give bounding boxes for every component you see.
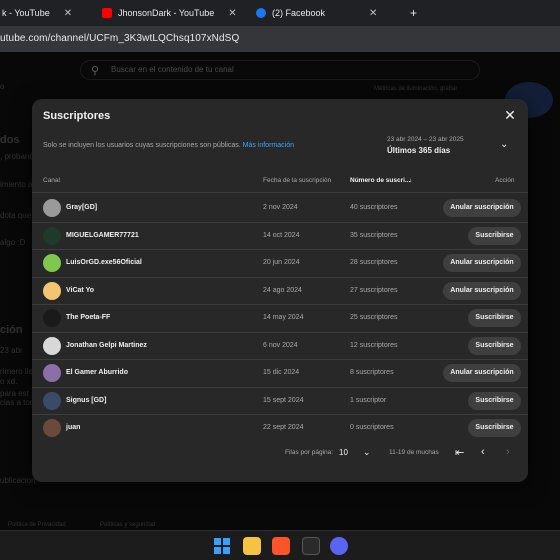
url-text[interactable]: utube.com/channel/UCFm_3K3wtLQChsq107xNd… [0,33,239,44]
channel-name[interactable]: LuisOrGD.exe56Oficial [66,259,142,266]
unsubscribe-button[interactable]: Anular suscripción [443,364,521,382]
channel-name[interactable]: El Gamer Aburrido [66,369,128,376]
tab-facebook[interactable]: (2) Facebook ✕ [256,4,377,22]
pagination-footer: Filas por página: 10 ⌄ 11-19 de muchas ⇤… [32,445,528,465]
unsubscribe-button[interactable]: Anular suscripción [443,281,521,300]
windows-start-icon[interactable] [213,537,231,555]
subscribe-button[interactable]: Suscribirse [468,336,521,355]
address-bar[interactable]: utube.com/channel/UCFm_3K3wtLQChsq107xNd… [0,26,560,52]
sort-arrow-down-icon[interactable]: ↓ [409,177,412,184]
subscribe-button[interactable]: Suscribirse [468,391,521,410]
subscriber-row: LuisOrGD.exe56Oficial 20 jun 2024 28 suscr… [32,250,528,278]
subscriber-row: Jonathan Gelpi Martinez 6 nov 2024 12 susc… [32,333,528,360]
subscription-date: 22 sept 2024 [263,424,304,431]
tab-close-icon[interactable]: ✕ [228,8,236,19]
table-header: Canal Fecha de la suscripción Número de … [32,175,528,193]
date-range-text: 23 abr 2024 – 23 abr 2025 [387,136,464,143]
column-subscription-date[interactable]: Fecha de la suscripción [263,177,331,184]
dialog-title: Suscriptores [43,110,111,122]
unsubscribe-button[interactable]: Anular suscripción [443,254,521,272]
browser-tab-bar: k - YouTube ✕ JhonsonDark - YouTube ✕ (2… [0,0,560,26]
chevron-down-icon[interactable]: ⌄ [500,139,508,150]
channel-name[interactable]: Jonathan Gelpi Martinez [66,342,147,349]
subscriber-row: MIGUELGAMER77721 14 oct 2024 35 suscriptor… [32,223,528,250]
subscriber-row: Gray[GD] 2 nov 2024 40 suscriptores Anular … [32,195,528,223]
subscriber-count: 25 suscriptores [350,314,398,321]
date-period-selector[interactable]: Últimos 365 días [387,146,450,155]
new-tab-button[interactable]: + [410,4,417,22]
subscriber-row: The Poeta-FF 14 may 2024 25 suscriptores Su… [32,305,528,333]
discord-icon[interactable] [330,537,348,555]
tab-close-icon[interactable]: ✕ [64,8,72,19]
tab-title: k - YouTube [2,8,50,18]
rows-per-page-select[interactable]: 10 [339,448,348,457]
subscription-date: 14 oct 2024 [263,231,300,239]
subscriber-count: 8 suscriptores [350,369,394,376]
subscription-date: 14 may 2024 [263,314,304,321]
brave-browser-icon[interactable] [272,537,290,555]
avatar[interactable] [43,391,61,410]
avatar[interactable] [43,364,61,382]
subscription-date: 15 sept 2024 [263,396,304,404]
channel-name[interactable]: juan [66,424,80,431]
column-subscriber-count[interactable]: Número de suscri... [350,177,410,184]
avatar[interactable] [43,336,61,355]
avatar[interactable] [43,254,61,272]
subscribers-dialog: Suscriptores ✕ Solo se incluyen los usua… [32,99,528,482]
tab-title: JhonsonDark - YouTube [118,8,215,18]
channel-name[interactable]: Gray[GD] [66,204,97,211]
channel-name[interactable]: The Poeta-FF [66,314,110,321]
channel-name[interactable]: MIGUELGAMER77721 [66,232,139,239]
subscriber-count: 27 suscriptores [350,286,398,294]
first-page-icon[interactable]: ⇤ [455,446,464,459]
tab-youtube-1[interactable]: k - YouTube ✕ [2,4,72,22]
channel-name[interactable]: Signus [GD] [66,397,106,404]
subscriber-row: El Gamer Aburrido 15 dic 2024 8 suscriptor… [32,360,528,388]
subscriber-count: 1 suscriptor [350,396,387,404]
public-subscriptions-note: Solo se incluyen los usuarios cuyas susc… [43,142,294,149]
youtube-favicon-icon [102,8,112,18]
file-explorer-icon[interactable] [243,537,261,555]
subscriber-count: 35 suscriptores [350,231,398,239]
chevron-down-icon[interactable]: ⌄ [363,447,371,458]
subscriber-row: juan 22 sept 2024 0 suscriptores Suscribirs… [32,415,528,443]
tab-title: (2) Facebook [272,8,326,18]
subscription-date: 24 ago 2024 [263,286,302,294]
facebook-favicon-icon [256,8,266,18]
subscriber-count: 40 suscriptores [350,204,398,211]
channel-name[interactable]: ViCat Yo [66,287,94,294]
avatar[interactable] [43,199,61,217]
subscribe-button[interactable]: Suscribirse [468,226,521,245]
avatar[interactable] [43,226,61,245]
subscription-date: 15 dic 2024 [263,369,300,376]
windows-taskbar [0,530,560,560]
unsubscribe-button[interactable]: Anular suscripción [443,199,521,217]
close-icon[interactable]: ✕ [502,107,518,123]
subscribe-button[interactable]: Suscribirse [468,419,521,437]
subscribe-button[interactable]: Suscribirse [468,309,521,327]
more-info-link[interactable]: Más información [243,142,294,149]
tab-close-icon[interactable]: ✕ [369,8,377,19]
subscriber-count: 28 suscriptores [350,259,398,266]
pagination-range: 11-19 de muchas [389,449,439,456]
subscriber-row: Signus [GD] 15 sept 2024 1 suscriptor Suscr… [32,388,528,415]
subscribers-table-body: Gray[GD] 2 nov 2024 40 suscriptores Anular … [32,195,528,443]
rows-per-page-label: Filas por página: [285,449,334,456]
avatar[interactable] [43,419,61,437]
subscription-date: 2 nov 2024 [263,204,298,211]
tab-youtube-2[interactable]: JhonsonDark - YouTube ✕ [102,4,237,22]
avatar[interactable] [43,309,61,327]
column-channel: Canal [43,177,60,184]
avatar[interactable] [43,281,61,300]
subscription-date: 20 jun 2024 [263,259,300,266]
subscriber-count: 0 suscriptores [350,424,394,431]
previous-page-icon[interactable]: ‹ [481,446,485,458]
column-action: Acción [495,177,515,184]
next-page-icon[interactable]: › [506,446,510,458]
notion-icon[interactable] [302,537,320,555]
subscriber-row: ViCat Yo 24 ago 2024 27 suscriptores Anular… [32,278,528,305]
subscriber-count: 12 suscriptores [350,341,398,349]
subscription-date: 6 nov 2024 [263,341,298,349]
